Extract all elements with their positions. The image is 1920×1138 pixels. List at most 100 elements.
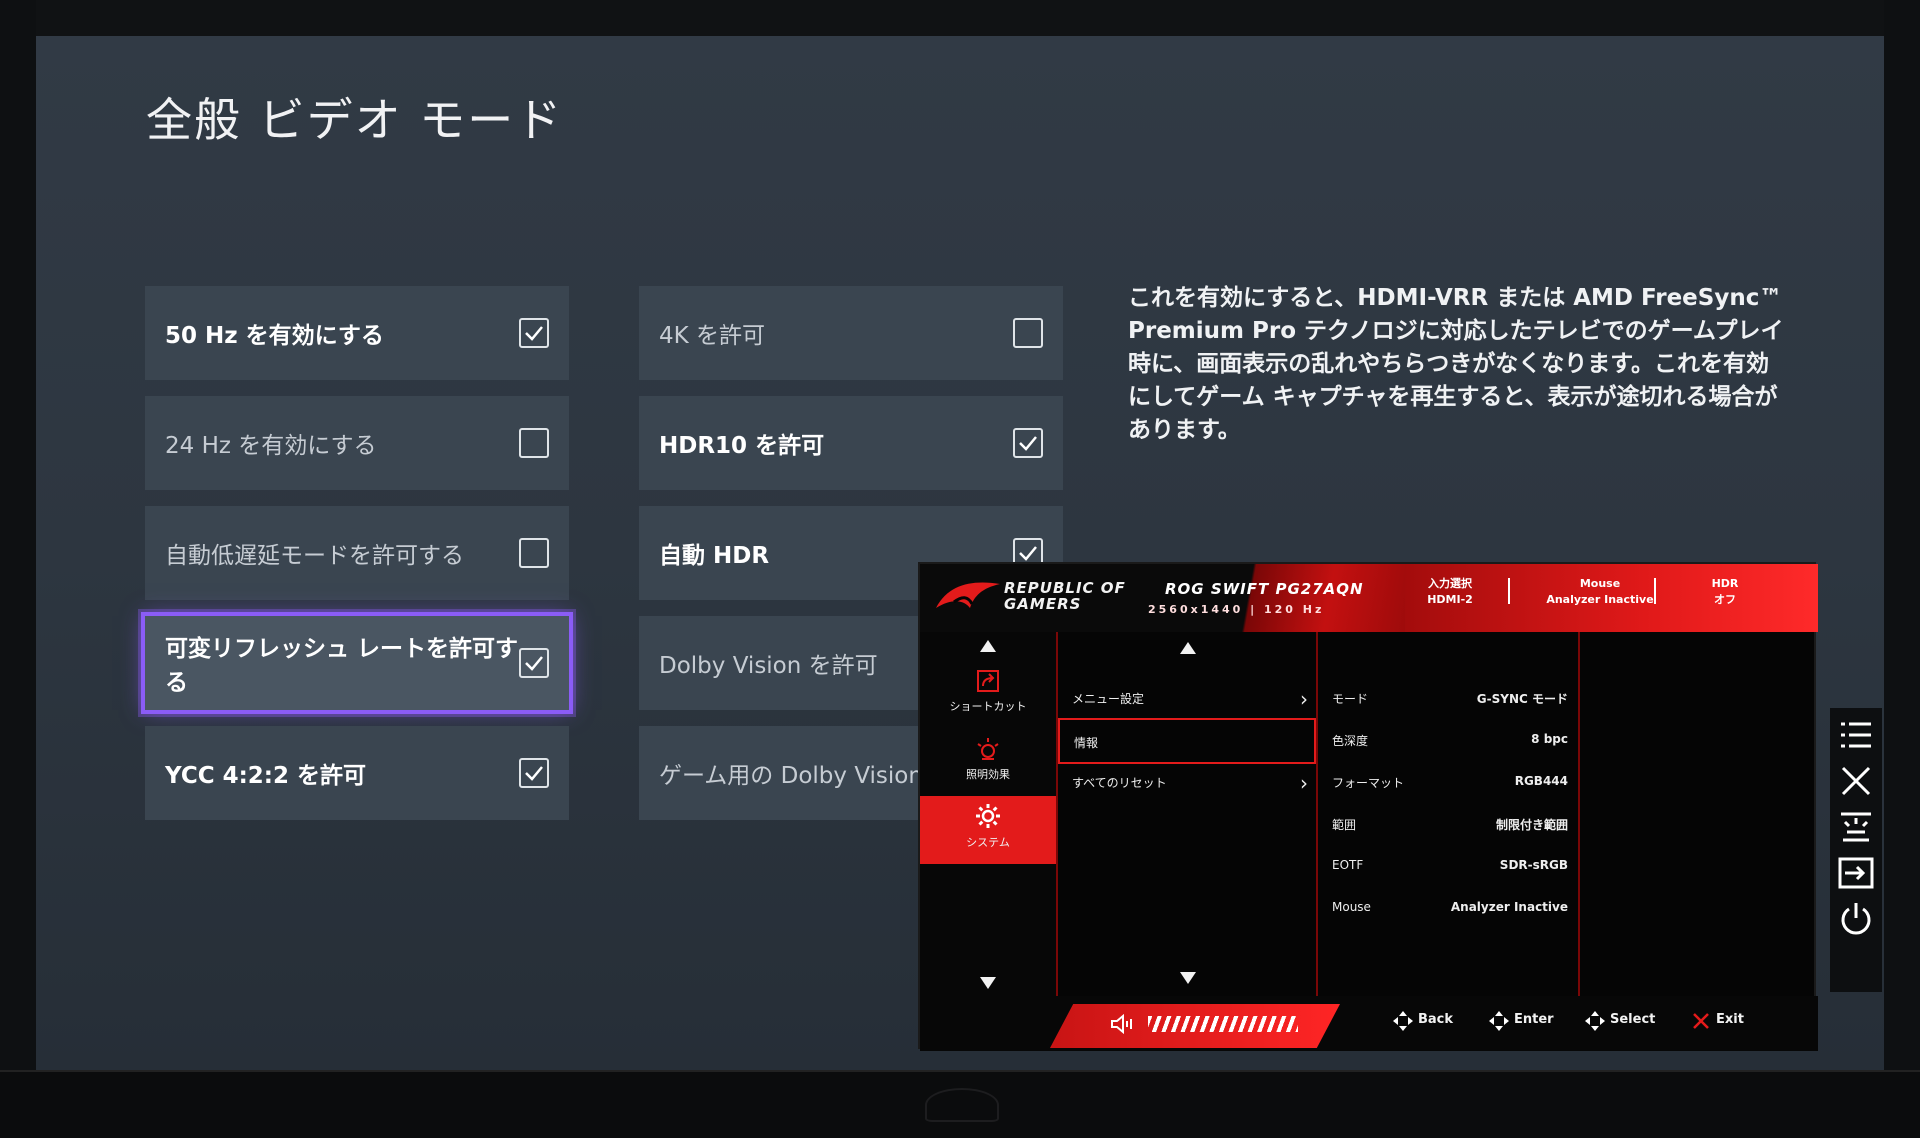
- close-icon[interactable]: [1837, 762, 1875, 800]
- header-divider: [1508, 578, 1510, 604]
- header-divider: [1654, 578, 1656, 604]
- speaker-icon: [1111, 1014, 1132, 1034]
- info-value: Analyzer Inactive: [1450, 900, 1568, 914]
- osd-model: ROG SWIFT PG27AQN: [1165, 580, 1364, 598]
- header-value: Analyzer Inactive: [1546, 593, 1654, 606]
- rog-eye-icon: [936, 582, 1000, 608]
- info-key: EOTF: [1332, 858, 1364, 872]
- option-24hz[interactable]: 24 Hz を有効にする: [145, 396, 569, 490]
- header-value: HDMI-2: [1427, 593, 1473, 606]
- side-label: ショートカット: [949, 700, 1027, 713]
- info-row: 色深度 8 bpc: [1332, 732, 1568, 752]
- menu-scroll-up-icon[interactable]: [1180, 642, 1196, 654]
- option-description: これを有効にすると、HDMI-VRR または AMD FreeSync™ Pre…: [1128, 285, 1784, 443]
- checkbox-checked-icon[interactable]: [519, 648, 549, 678]
- checkbox-unchecked-icon[interactable]: [519, 428, 549, 458]
- menu-label: メニュー設定: [1072, 692, 1145, 706]
- side-label: システム: [966, 836, 1010, 849]
- osd-info-panel: モード G-SYNC モード 色深度 8 bpc フォーマット RGB444 範…: [1318, 632, 1580, 996]
- menu-item-reset[interactable]: すべてのリセット ›: [1058, 760, 1316, 806]
- info-key: フォーマット: [1332, 776, 1405, 790]
- footer-back-label: Back: [1418, 1012, 1454, 1027]
- info-value: 制限付き範囲: [1495, 818, 1568, 832]
- osd-side-system[interactable]: システム: [920, 796, 1056, 864]
- monitor-bezel-left: [0, 0, 36, 1080]
- osd-header: REPUBLIC OF GAMERS ROG SWIFT PG27AQN 256…: [920, 564, 1818, 632]
- option-label: 24 Hz を有効にする: [165, 433, 377, 459]
- info-value: RGB444: [1514, 774, 1568, 788]
- dpad-enter-icon: [1489, 1011, 1509, 1031]
- monitor-button-rail: [1830, 708, 1882, 992]
- menu-item-settings[interactable]: メニュー設定 ›: [1058, 676, 1316, 722]
- menu-label: 情報: [1074, 736, 1099, 750]
- monitor-osd: REPUBLIC OF GAMERS ROG SWIFT PG27AQN 256…: [918, 562, 1818, 1051]
- osd-header-hdr: HDR オフ: [1680, 576, 1770, 608]
- osd-menu: メニュー設定 › 情報 すべてのリセット ›: [1056, 632, 1318, 996]
- gear-icon: [976, 804, 1000, 828]
- info-key: Mouse: [1332, 900, 1371, 914]
- menu-icon[interactable]: [1837, 716, 1875, 754]
- footer-select-label: Select: [1610, 1012, 1656, 1027]
- option-label: 可変リフレッシュ レートを許可する: [165, 636, 519, 696]
- info-key: 範囲: [1332, 818, 1357, 832]
- info-key: 色深度: [1332, 734, 1369, 748]
- option-label: 自動低遅延モードを許可する: [165, 543, 464, 569]
- option-4k[interactable]: 4K を許可: [639, 286, 1063, 380]
- checkbox-checked-icon[interactable]: [519, 318, 549, 348]
- option-allm[interactable]: 自動低遅延モードを許可する: [145, 506, 569, 600]
- checkbox-checked-icon[interactable]: [1013, 428, 1043, 458]
- osd-brand-line: REPUBLIC OF: [1004, 579, 1126, 597]
- checkbox-unchecked-icon[interactable]: [1013, 318, 1043, 348]
- osd-side-shortcut[interactable]: ショートカット: [920, 662, 1056, 728]
- info-row: モード G-SYNC モード: [1332, 690, 1568, 710]
- osd-header-input: 入力選択 HDMI-2: [1410, 576, 1490, 608]
- osd-brand: REPUBLIC OF GAMERS: [1004, 580, 1126, 612]
- osd-sidebar: ショートカット 照明効果 システム: [920, 632, 1056, 996]
- scroll-down-icon[interactable]: [980, 977, 996, 989]
- info-key: モード: [1332, 692, 1369, 706]
- option-label: 4K を許可: [659, 323, 766, 349]
- info-row: フォーマット RGB444: [1332, 774, 1568, 794]
- rog-logo-icon: [925, 1088, 999, 1122]
- info-row: 範囲 制限付き範囲: [1332, 816, 1568, 836]
- dpad-back-icon: [1393, 1011, 1413, 1031]
- option-ycc422[interactable]: YCC 4:2:2 を許可: [145, 726, 569, 820]
- option-vrr[interactable]: 可変リフレッシュ レートを許可する: [141, 612, 573, 714]
- monitor-bezel-top: [0, 0, 1920, 36]
- info-value: 8 bpc: [1531, 732, 1568, 746]
- header-label: 入力選択: [1428, 577, 1472, 590]
- option-label: 50 Hz を有効にする: [165, 323, 384, 349]
- chevron-right-icon: ›: [1300, 771, 1308, 795]
- lighting-icon: [977, 738, 999, 760]
- chevron-right-icon: ›: [1300, 687, 1308, 711]
- dpad-select-icon: [1585, 1011, 1605, 1031]
- info-value: SDR-sRGB: [1499, 858, 1568, 872]
- option-50hz[interactable]: 50 Hz を有効にする: [145, 286, 569, 380]
- power-icon[interactable]: [1837, 900, 1875, 938]
- osd-brand-line: GAMERS: [1004, 595, 1082, 613]
- info-row: Mouse Analyzer Inactive: [1332, 900, 1568, 920]
- exit-x-icon: [1693, 1013, 1709, 1029]
- shortcut-icon: [977, 670, 999, 692]
- osd-footer: Back Enter Select Exit: [920, 996, 1818, 1051]
- volume-level-bars: [1148, 1016, 1298, 1032]
- scroll-up-icon[interactable]: [980, 640, 996, 652]
- side-label: 照明効果: [966, 768, 1010, 781]
- header-value: オフ: [1714, 593, 1736, 606]
- menu-label: すべてのリセット: [1072, 776, 1167, 790]
- header-label: HDR: [1711, 577, 1739, 590]
- option-hdr10[interactable]: HDR10 を許可: [639, 396, 1063, 490]
- osd-side-lighting[interactable]: 照明効果: [920, 730, 1056, 796]
- osd-header-mouse: Mouse Analyzer Inactive: [1525, 576, 1675, 608]
- osd-header-accent: [1145, 564, 1405, 632]
- menu-item-info[interactable]: 情報: [1058, 718, 1316, 764]
- info-value: G-SYNC モード: [1476, 692, 1568, 706]
- footer-exit-label: Exit: [1716, 1012, 1744, 1027]
- info-row: EOTF SDR-sRGB: [1332, 858, 1568, 878]
- checkbox-unchecked-icon[interactable]: [519, 538, 549, 568]
- brightness-icon[interactable]: [1837, 808, 1875, 846]
- osd-resolution: 2560x1440 | 120 Hz: [1148, 603, 1325, 616]
- checkbox-checked-icon[interactable]: [519, 758, 549, 788]
- input-icon[interactable]: [1837, 854, 1875, 892]
- menu-scroll-down-icon[interactable]: [1180, 972, 1196, 984]
